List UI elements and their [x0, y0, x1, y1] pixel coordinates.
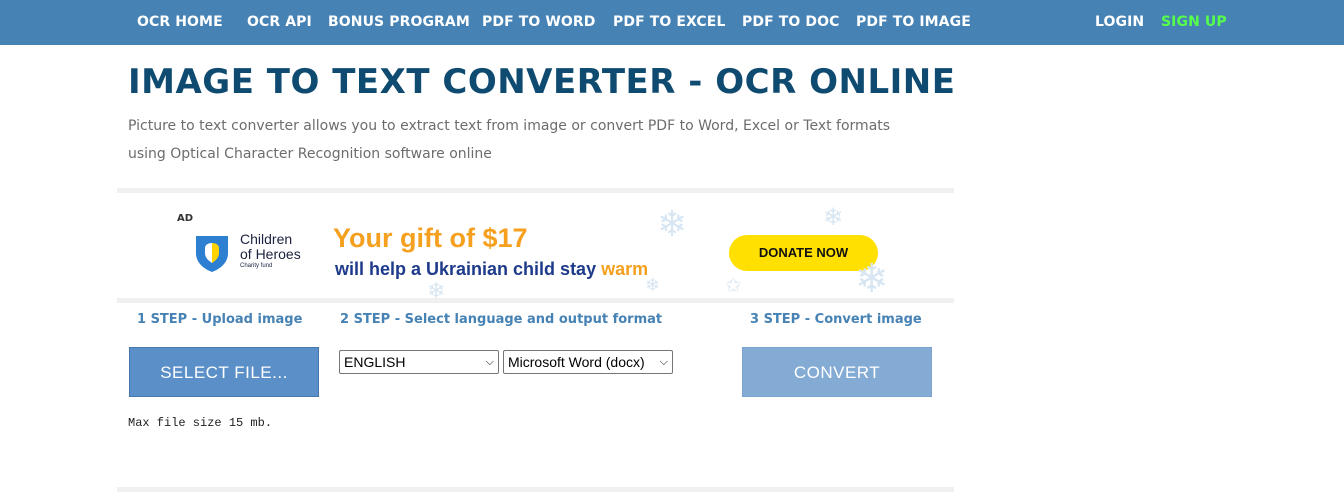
snowflake-icon: ❄	[657, 204, 688, 245]
nav-pdf-to-image[interactable]: PDF TO IMAGE	[856, 0, 971, 45]
snowflake-icon: ❄	[823, 203, 844, 231]
nav-pdf-to-excel[interactable]: PDF TO EXCEL	[613, 0, 725, 45]
output-format-select-value: Microsoft Word (docx)	[508, 354, 645, 370]
step1-title: 1 STEP - Upload image	[137, 312, 303, 327]
step2-title: 2 STEP - Select language and output form…	[340, 312, 663, 327]
login-link[interactable]: LOGIN	[1095, 0, 1144, 45]
star-icon: ✩	[725, 273, 742, 297]
nav-ocr-home[interactable]: OCR HOME	[137, 0, 223, 45]
language-select-value: ENGLISH	[344, 354, 406, 370]
language-select[interactable]: ENGLISH ⌵	[339, 350, 499, 374]
ad-label: AD	[177, 213, 194, 224]
ad-org-subtitle: Charity fund	[240, 263, 273, 269]
snowflake-icon: ❄	[427, 279, 446, 299]
select-file-button[interactable]: SELECT FILE...	[129, 347, 319, 397]
ad-headline: Your gift of $17	[333, 223, 528, 253]
ad-org-line1: Children	[240, 231, 293, 247]
output-format-select[interactable]: Microsoft Word (docx) ⌵	[503, 350, 673, 374]
divider	[117, 487, 954, 492]
shield-icon	[196, 236, 228, 272]
divider	[117, 298, 954, 303]
convert-button[interactable]: CONVERT	[742, 347, 932, 397]
page-description: Picture to text converter allows you to …	[128, 118, 891, 162]
signup-link[interactable]: SIGN UP	[1161, 0, 1227, 45]
ad-org-name: Children of Heroes	[240, 232, 301, 262]
snowflake-icon: ❄	[645, 275, 661, 296]
chevron-down-icon: ⌵	[659, 356, 668, 368]
nav-pdf-to-word[interactable]: PDF TO WORD	[482, 0, 596, 45]
ad-org-line2: of Heroes	[240, 246, 301, 262]
nav-ocr-api[interactable]: OCR API	[247, 0, 312, 45]
top-navbar: OCR HOME OCR API BONUS PROGRAM PDF TO WO…	[0, 0, 1344, 45]
page-title: IMAGE TO TEXT CONVERTER - OCR ONLINE	[128, 62, 956, 102]
ad-subline: will help a Ukrainian child stay warm	[335, 259, 648, 280]
ad-subline-main: will help a Ukrainian child stay	[335, 259, 602, 279]
nav-bonus-program[interactable]: BONUS PROGRAM	[328, 0, 470, 45]
nav-pdf-to-doc[interactable]: PDF TO DOC	[742, 0, 839, 45]
ad-subline-accent: warm	[601, 259, 649, 279]
step3-title: 3 STEP - Convert image	[750, 312, 922, 327]
max-file-size-note: Max file size 15 mb.	[128, 416, 273, 430]
ad-banner[interactable]: AD Children of Heroes Charity fund Your …	[117, 193, 954, 298]
chevron-down-icon: ⌵	[485, 356, 494, 368]
snowflake-icon: ❄	[855, 256, 889, 298]
